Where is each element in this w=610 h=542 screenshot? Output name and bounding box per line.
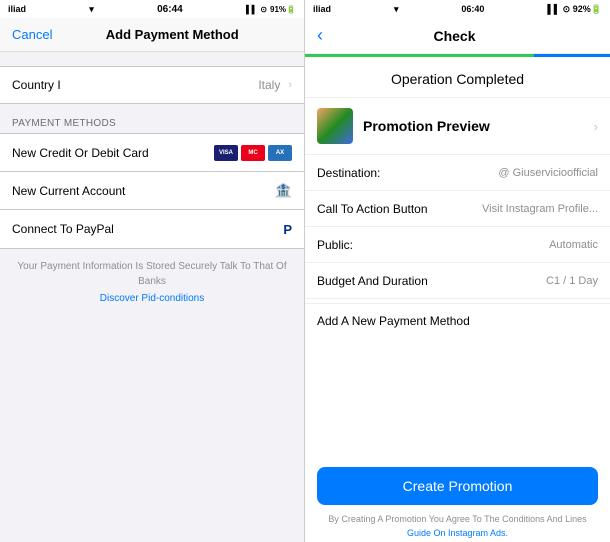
cancel-button[interactable]: Cancel bbox=[12, 27, 52, 42]
signal-icon-left: ▌▌ bbox=[246, 5, 257, 14]
paypal-label: Connect To PayPal bbox=[12, 222, 114, 236]
call-to-action-label: Call To Action Button bbox=[317, 202, 428, 216]
back-button[interactable]: ‹ bbox=[317, 25, 323, 46]
wifi-icon-left2: ⊙ bbox=[260, 5, 267, 14]
nav-title-left: Add Payment Method bbox=[52, 27, 292, 42]
destination-value: @ Giuservicioofficial bbox=[498, 167, 598, 179]
carrier-left: iliad bbox=[8, 4, 26, 14]
country-value: Italy › bbox=[258, 78, 292, 92]
paypal-icon: P bbox=[283, 222, 292, 237]
wifi-icon-left: ▾ bbox=[89, 4, 94, 15]
call-to-action-row: Call To Action Button Visit Instagram Pr… bbox=[305, 191, 610, 227]
budget-label: Budget And Duration bbox=[317, 274, 428, 288]
credit-card-label: New Credit Or Debit Card bbox=[12, 146, 149, 160]
country-chevron: › bbox=[288, 79, 292, 91]
right-panel: iliad ▾ 06:40 ▌▌ ⊙ 92%🔋 ‹ Check Operatio… bbox=[305, 0, 610, 542]
country-label: Country I bbox=[12, 78, 61, 92]
promo-chevron: › bbox=[594, 119, 598, 134]
promo-preview-row[interactable]: Promotion Preview › bbox=[305, 98, 610, 155]
visa-icon: VISA bbox=[214, 145, 238, 161]
status-icons-left: ▌▌ ⊙ 91%🔋 bbox=[246, 5, 296, 14]
budget-value: C1 / 1 Day bbox=[546, 275, 598, 287]
payment-section-label: Payment Methods bbox=[0, 104, 304, 133]
destination-row: Destination: @ Giuservicioofficial bbox=[305, 155, 610, 191]
wifi-icon-right: ▾ bbox=[394, 4, 399, 15]
nav-bar-left: Cancel Add Payment Method bbox=[0, 18, 304, 52]
payment-methods-list: New Credit Or Debit Card VISA MC AX New … bbox=[0, 133, 304, 249]
bank-account-item[interactable]: New Current Account 🏦 bbox=[0, 172, 304, 210]
public-value: Automatic bbox=[549, 239, 598, 251]
amex-icon: AX bbox=[268, 145, 292, 161]
card-icons: VISA MC AX bbox=[214, 145, 292, 161]
left-panel: iliad ▾ 06:44 ▌▌ ⊙ 91%🔋 Cancel Add Payme… bbox=[0, 0, 305, 542]
create-btn-container: Create Promotion bbox=[305, 457, 610, 509]
paypal-item[interactable]: Connect To PayPal P bbox=[0, 210, 304, 248]
instagram-guide-link[interactable]: Guide On Instagram Ads. bbox=[305, 528, 610, 542]
carrier-right: iliad bbox=[313, 4, 331, 14]
nav-title-right: Check bbox=[331, 28, 578, 44]
country-section: Country I Italy › bbox=[0, 66, 304, 104]
status-bar-left: iliad ▾ 06:44 ▌▌ ⊙ 91%🔋 bbox=[0, 0, 304, 18]
battery-icon-left: 91%🔋 bbox=[270, 5, 296, 14]
country-item[interactable]: Country I Italy › bbox=[0, 67, 304, 103]
add-payment-row[interactable]: Add A New Payment Method bbox=[305, 303, 610, 338]
footer-text-left: Your Payment Information Is Stored Secur… bbox=[0, 249, 304, 316]
add-payment-label: Add A New Payment Method bbox=[317, 314, 470, 328]
pid-conditions-link[interactable]: Discover Pid-conditions bbox=[12, 291, 292, 306]
time-left: 06:44 bbox=[157, 4, 183, 15]
budget-row: Budget And Duration C1 / 1 Day bbox=[305, 263, 610, 299]
time-right: 06:40 bbox=[461, 4, 484, 14]
signal-icon-right: ▌▌ bbox=[547, 4, 560, 14]
public-label: Public: bbox=[317, 238, 353, 252]
promo-thumbnail bbox=[317, 108, 353, 144]
footer-note-right: By Creating A Promotion You Agree To The… bbox=[305, 509, 610, 528]
spacer bbox=[305, 338, 610, 457]
wifi-icon-right2: ⊙ bbox=[563, 4, 571, 14]
status-icons-right: ▌▌ ⊙ 92%🔋 bbox=[547, 4, 602, 15]
bank-icon: 🏦 bbox=[275, 182, 292, 199]
nav-bar-right: ‹ Check bbox=[305, 18, 610, 54]
call-to-action-value: Visit Instagram Profile... bbox=[482, 203, 598, 215]
public-row: Public: Automatic bbox=[305, 227, 610, 263]
credit-card-item[interactable]: New Credit Or Debit Card VISA MC AX bbox=[0, 134, 304, 172]
create-promotion-button[interactable]: Create Promotion bbox=[317, 467, 598, 505]
status-bar-right: iliad ▾ 06:40 ▌▌ ⊙ 92%🔋 bbox=[305, 0, 610, 18]
promo-preview-label: Promotion Preview bbox=[363, 118, 594, 134]
battery-icon-right: 92%🔋 bbox=[573, 4, 602, 14]
operation-completed: Operation Completed bbox=[305, 57, 610, 98]
mastercard-icon: MC bbox=[241, 145, 265, 161]
credit-card-icons: VISA MC AX bbox=[214, 145, 292, 161]
bank-account-label: New Current Account bbox=[12, 184, 125, 198]
destination-label: Destination: bbox=[317, 166, 380, 180]
